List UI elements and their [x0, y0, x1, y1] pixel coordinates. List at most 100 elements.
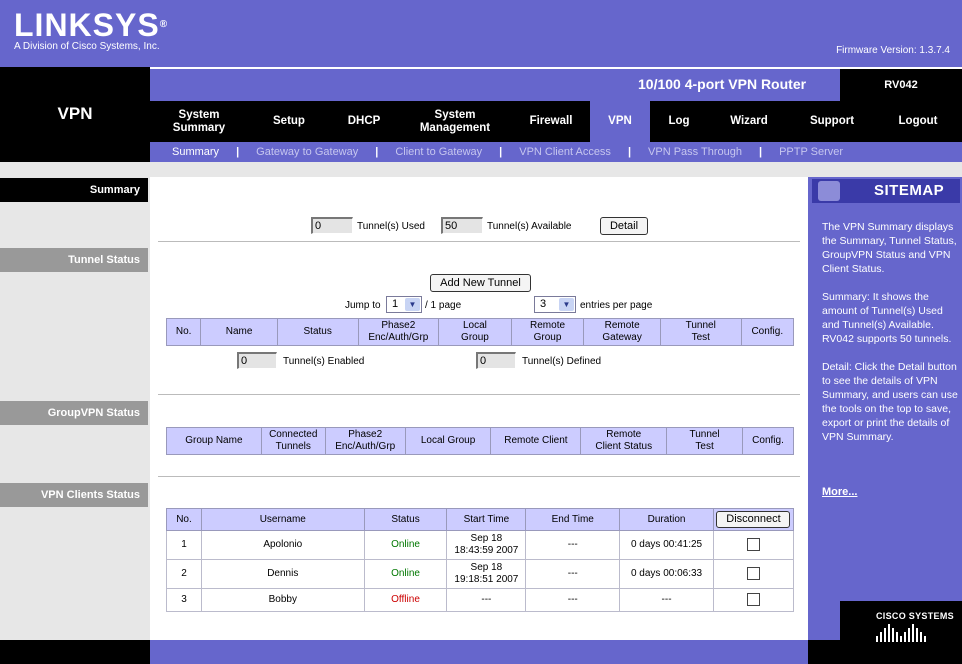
disconnect-checkbox[interactable] — [746, 567, 760, 581]
disconnect-checkbox[interactable] — [746, 593, 760, 607]
subtab-vpn-pass-through[interactable]: VPN Pass Through — [648, 146, 742, 158]
subtab-vpn-client-access[interactable]: VPN Client Access — [519, 146, 611, 158]
section-divider — [158, 476, 800, 477]
column-header: Status — [276, 318, 359, 346]
cell-start-time: Sep 18 18:43:59 2007 — [446, 530, 527, 560]
logo-subtitle: A Division of Cisco Systems, Inc. — [14, 41, 160, 52]
main-content: 0 Tunnel(s) Used 50 Tunnel(s) Available … — [150, 177, 808, 640]
cell-start-time: --- — [446, 588, 527, 612]
tunnels-enabled-field: 0 — [237, 352, 277, 369]
tunnels-defined-label: Tunnel(s) Defined — [522, 356, 602, 367]
subtab-separator: | — [375, 146, 379, 158]
column-header: Phase2 Enc/Auth/Grp — [357, 318, 440, 346]
column-header: Local Group — [438, 318, 512, 346]
subtab-summary[interactable]: Summary — [172, 146, 219, 158]
cell-status: Online — [363, 559, 448, 589]
cell-duration: --- — [619, 588, 714, 612]
cell-no: 1 — [166, 530, 202, 560]
firmware-version: Firmware Version: 1.3.7.4 — [836, 45, 950, 56]
column-header: Local Group — [404, 427, 492, 455]
cell-end-time: --- — [525, 559, 621, 589]
tunnels-defined-field: 0 — [476, 352, 516, 369]
table-row: 1 Apolonio Online Sep 18 18:43:59 2007 -… — [166, 530, 795, 560]
help-paragraph: Summary: It shows the amount of Tunnel(s… — [822, 291, 952, 345]
column-header: End Time — [525, 508, 621, 531]
column-header: Config. — [742, 427, 794, 455]
cell-disconnect — [712, 559, 795, 589]
detail-button[interactable]: Detail — [600, 217, 648, 235]
cell-duration: 0 days 00:41:25 — [619, 530, 714, 560]
column-header: Name — [200, 318, 278, 346]
tab-setup[interactable]: Setup — [248, 101, 330, 142]
column-header: No. — [166, 508, 202, 531]
jump-to-label: Jump to — [345, 300, 381, 311]
disconnect-header-cell: Disconnect — [712, 508, 795, 531]
product-name: 10/100 4-port VPN Router — [638, 76, 807, 92]
column-header: Tunnel Test — [666, 427, 743, 455]
column-header: No. — [165, 318, 202, 346]
subtab-pptp-server[interactable]: PPTP Server — [779, 146, 843, 158]
table-row: 2 Dennis Online Sep 18 19:18:51 2007 ---… — [166, 559, 795, 589]
subtab-separator: | — [236, 146, 240, 158]
sitemap-title: SITEMAP — [874, 182, 945, 199]
sub-nav: Summary | Gateway to Gateway | Client to… — [150, 142, 962, 162]
table-header-row: Group Name Connected Tunnels Phase2 Enc/… — [166, 427, 794, 455]
cell-end-time: --- — [525, 588, 621, 612]
disconnect-button[interactable]: Disconnect — [716, 511, 791, 528]
cell-disconnect — [712, 588, 795, 612]
cisco-logo: CISCO SYSTEMS — [876, 611, 954, 621]
disconnect-checkbox[interactable] — [746, 538, 760, 552]
tab-system-management[interactable]: System Management — [398, 101, 512, 142]
subtab-separator: | — [758, 146, 763, 158]
cell-username: Apolonio — [200, 530, 365, 560]
tab-dhcp[interactable]: DHCP — [330, 101, 398, 142]
cell-username: Bobby — [200, 588, 365, 612]
tab-firewall[interactable]: Firewall — [512, 101, 590, 142]
vpn-clients-table: No. Username Status Start Time End Time … — [166, 508, 795, 612]
tab-support[interactable]: Support — [790, 101, 874, 142]
help-paragraph: The VPN Summary displays the Summary, Tu… — [822, 221, 957, 275]
vpn-clients-status-section-label: VPN Clients Status — [0, 483, 148, 507]
puzzle-icon — [818, 181, 840, 201]
column-header: Remote Client — [490, 427, 582, 455]
add-new-tunnel-button[interactable]: Add New Tunnel — [430, 274, 531, 292]
chevron-down-icon: ▼ — [559, 298, 574, 311]
subtab-client-to-gateway[interactable]: Client to Gateway — [395, 146, 482, 158]
page-count-label: / 1 page — [425, 300, 462, 311]
cell-username: Dennis — [200, 559, 365, 589]
tunnels-enabled-label: Tunnel(s) Enabled — [283, 356, 365, 367]
linksys-logo: LINKSYS® — [14, 7, 169, 43]
chevron-down-icon: ▼ — [405, 298, 420, 311]
entries-per-page-select[interactable]: 3 ▼ — [534, 296, 576, 313]
tunnels-used-label: Tunnel(s) Used — [357, 221, 425, 232]
sitemap-help-text: The VPN Summary displays the Summary, Tu… — [822, 220, 960, 458]
tab-vpn[interactable]: VPN — [590, 101, 650, 142]
tab-logout[interactable]: Logout — [874, 101, 962, 142]
tab-wizard[interactable]: Wizard — [708, 101, 790, 142]
table-header-row: No. Username Status Start Time End Time … — [166, 508, 795, 531]
tunnels-available-label: Tunnel(s) Available — [487, 221, 572, 232]
tab-system-summary[interactable]: System Summary — [150, 101, 248, 142]
column-header: Status — [363, 508, 448, 531]
column-header: Tunnel Test — [659, 318, 742, 346]
table-row: 3 Bobby Offline --- --- --- — [166, 588, 795, 612]
subtab-gateway-to-gateway[interactable]: Gateway to Gateway — [256, 146, 358, 158]
left-sidebar: Summary Tunnel Status GroupVPN Status VP… — [0, 162, 150, 640]
cell-start-time: Sep 18 19:18:51 2007 — [446, 559, 527, 589]
cell-disconnect — [712, 530, 795, 560]
column-header: Remote Gateway — [583, 318, 661, 346]
more-link[interactable]: More... — [822, 486, 857, 498]
summary-section-label: Summary — [0, 178, 148, 202]
jump-to-select[interactable]: 1 ▼ — [386, 296, 422, 313]
column-header: Start Time — [446, 508, 527, 531]
help-paragraph: Detail: Click the Detail button to see t… — [822, 361, 958, 443]
content-top-strip — [150, 162, 962, 177]
tab-log[interactable]: Log — [650, 101, 708, 142]
main-nav: System Summary Setup DHCP System Managem… — [150, 101, 962, 142]
subtab-separator: | — [627, 146, 632, 158]
cell-duration: 0 days 00:06:33 — [619, 559, 714, 589]
column-header: Config. — [740, 318, 795, 346]
cell-end-time: --- — [525, 530, 621, 560]
entries-per-page-label: entries per page — [580, 300, 653, 311]
groupvpn-table: Group Name Connected Tunnels Phase2 Enc/… — [166, 427, 794, 455]
